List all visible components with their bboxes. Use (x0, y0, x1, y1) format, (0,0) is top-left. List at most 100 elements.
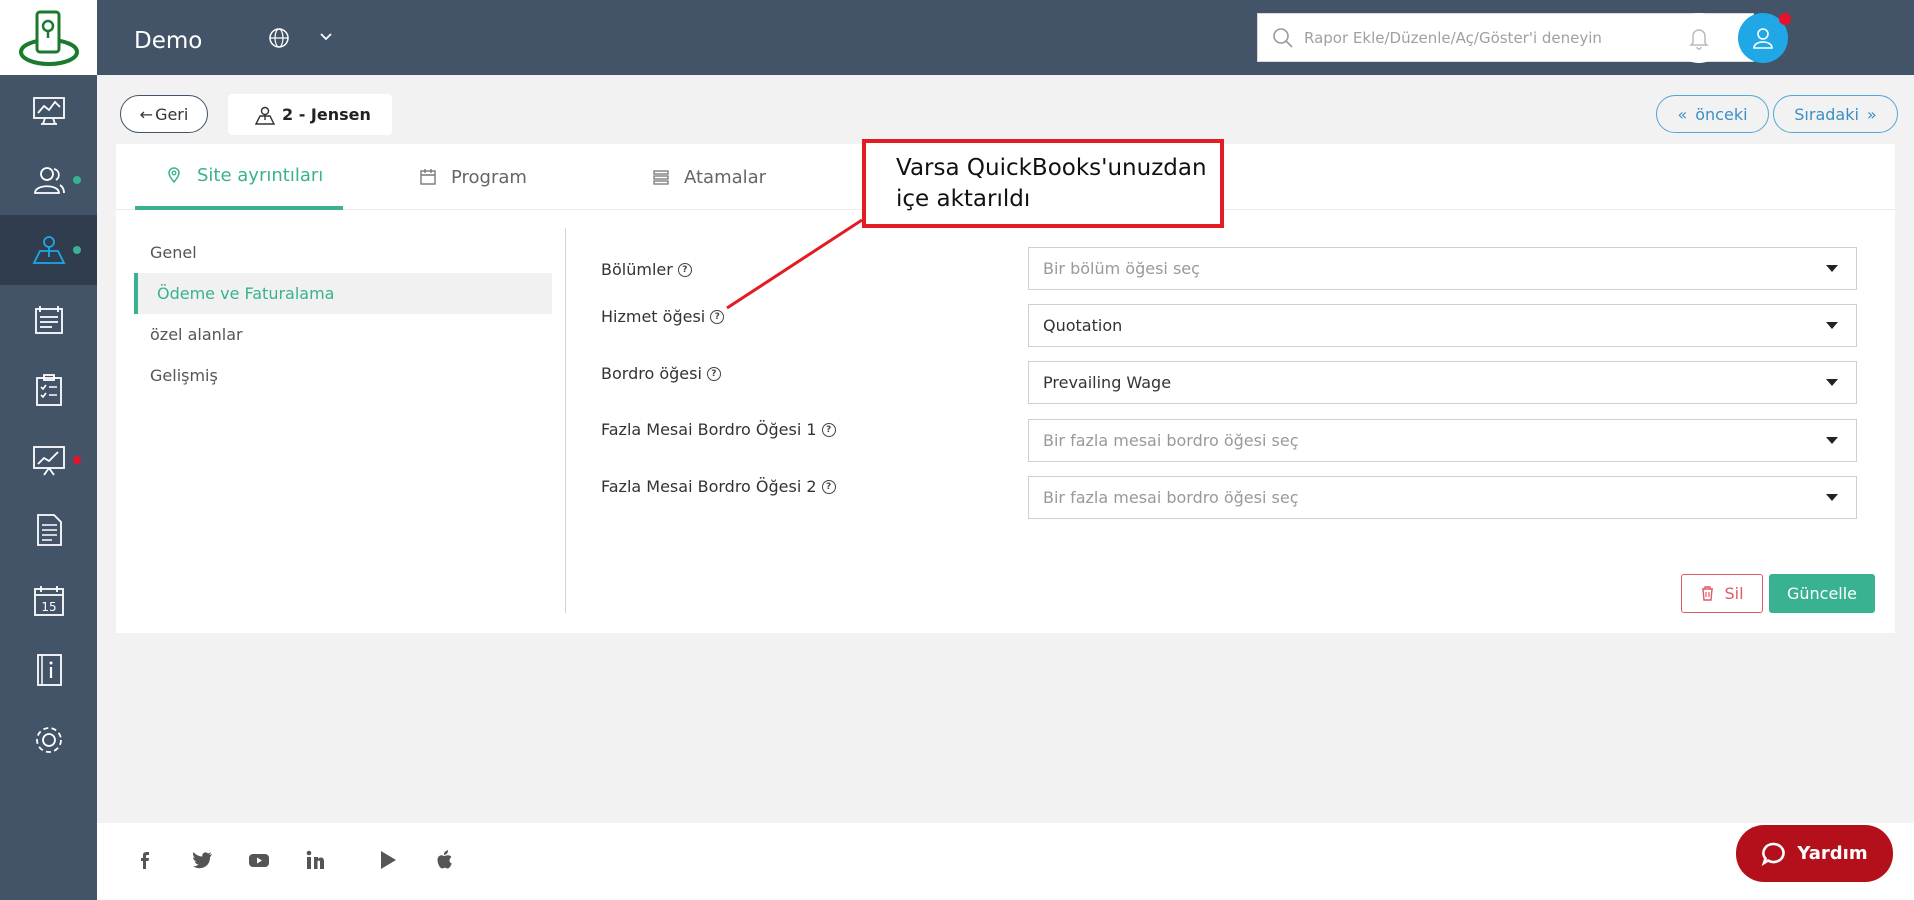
apple-icon (437, 850, 452, 869)
nav-calendar[interactable]: 15 (0, 565, 97, 635)
schedule-board-icon (34, 306, 63, 334)
field-label-text: Hizmet öğesi (601, 307, 706, 326)
nav-reports[interactable] (0, 425, 97, 495)
help-question-icon[interactable]: ? (677, 262, 692, 277)
nav-checklist[interactable] (0, 355, 97, 425)
sites-map-icon (32, 236, 65, 264)
nav-info[interactable] (0, 635, 97, 705)
calendar-icon (420, 169, 436, 185)
previous-button-label: önceki (1695, 104, 1748, 124)
field-label-text: Fazla Mesai Bordro Öğesi 1 (601, 420, 817, 439)
calendar-15-icon: 15 (33, 586, 64, 616)
users-status-dot (73, 176, 81, 184)
youtube-icon (249, 854, 269, 867)
app-logo[interactable] (0, 0, 97, 75)
dropdown-arrow-icon (1826, 322, 1838, 329)
next-button[interactable]: Sıradaki » (1773, 95, 1898, 133)
section-custom-fields[interactable]: özel alanlar (134, 314, 552, 355)
double-chevron-right-icon: » (1866, 104, 1877, 124)
dropdown-arrow-icon (1826, 437, 1838, 444)
tab-site-details[interactable]: Site ayrıntıları (135, 144, 343, 210)
reports-status-dot (73, 456, 81, 464)
back-button[interactable]: ← Geri (120, 95, 208, 133)
annotation-callout: Varsa QuickBooks'unuzdan içe aktarıldı (862, 139, 1224, 228)
nav-documents[interactable] (0, 495, 97, 565)
service-item-select[interactable]: Quotation (1028, 304, 1857, 347)
notifications-button[interactable] (1674, 13, 1724, 63)
map-pin-icon (168, 167, 180, 184)
field-label-payroll-item: Bordro öğesi ? (601, 364, 721, 383)
sidebar: 15 (0, 0, 97, 900)
select-placeholder: Bir bölüm öğesi seç (1043, 259, 1200, 278)
next-button-label: Sıradaki (1794, 104, 1859, 124)
facebook-link[interactable] (130, 845, 160, 875)
sites-status-dot (73, 246, 81, 254)
twitter-icon (193, 852, 212, 869)
field-label-departments: Bölümler ? (601, 260, 692, 279)
user-notification-dot (1779, 13, 1791, 25)
arrow-left-icon: ← (139, 104, 154, 124)
help-question-icon[interactable]: ? (706, 366, 721, 381)
dropdown-arrow-icon (1826, 265, 1838, 272)
tab-program[interactable]: Program (419, 144, 569, 210)
checklist-icon (35, 374, 62, 406)
dashboard-icon (32, 97, 65, 125)
help-question-icon[interactable]: ? (821, 422, 836, 437)
chevron-down-icon[interactable] (319, 30, 333, 44)
tab-label: Program (451, 166, 527, 188)
top-bar: Demo (97, 0, 1914, 75)
svg-text:15: 15 (41, 600, 56, 614)
help-button[interactable]: Yardım (1736, 825, 1893, 882)
help-question-icon[interactable]: ? (821, 479, 836, 494)
facebook-icon (141, 852, 149, 869)
annotation-line-2: içe aktarıldı (896, 186, 1031, 212)
brand-name: Demo (134, 28, 203, 54)
apple-store-link[interactable] (430, 845, 460, 875)
nav-settings[interactable] (0, 705, 97, 775)
help-button-label: Yardım (1797, 843, 1868, 864)
annotation-line-1: Varsa QuickBooks'unuzdan (896, 155, 1207, 181)
document-icon (36, 514, 62, 546)
linkedin-link[interactable] (301, 845, 331, 875)
linkedin-icon (306, 850, 324, 869)
settings-gear-icon (35, 727, 62, 753)
payroll-item-select[interactable]: Prevailing Wage (1028, 361, 1857, 404)
nav-sites[interactable] (0, 215, 97, 285)
delete-button[interactable]: Sil (1681, 574, 1763, 613)
globe-icon[interactable] (268, 27, 290, 49)
section-payment-billing[interactable]: Ödeme ve Faturalama (134, 273, 552, 314)
site-title-chip: 2 - Jensen (228, 94, 392, 135)
help-question-icon[interactable]: ? (710, 309, 725, 324)
nav-users[interactable] (0, 145, 97, 215)
section-menu: Genel Ödeme ve Faturalama özel alanlar G… (134, 232, 552, 396)
reports-chart-icon (32, 446, 65, 476)
departments-select[interactable]: Bir bölüm öğesi seç (1028, 247, 1857, 290)
previous-button[interactable]: « önceki (1656, 95, 1769, 133)
field-label-text: Bölümler (601, 260, 673, 279)
field-label-overtime-payroll-1: Fazla Mesai Bordro Öğesi 1 ? (601, 420, 836, 439)
chat-bubble-icon (1762, 842, 1786, 866)
nav-dashboard[interactable] (0, 75, 97, 145)
section-general[interactable]: Genel (134, 232, 552, 273)
nav-schedule[interactable] (0, 285, 97, 355)
overtime-payroll-1-select[interactable]: Bir fazla mesai bordro öğesi seç (1028, 419, 1857, 462)
tab-assignments[interactable]: Atamalar (652, 144, 802, 210)
footer (97, 823, 1914, 900)
field-label-text: Fazla Mesai Bordro Öğesi 2 (601, 477, 817, 496)
site-title: 2 - Jensen (282, 105, 371, 124)
overtime-payroll-2-select[interactable]: Bir fazla mesai bordro öğesi seç (1028, 476, 1857, 519)
select-placeholder: Bir fazla mesai bordro öğesi seç (1043, 431, 1299, 450)
search-input[interactable] (1304, 28, 1734, 47)
bell-icon (1689, 29, 1709, 50)
list-icon (653, 170, 669, 185)
twitter-link[interactable] (187, 845, 217, 875)
google-play-link[interactable] (373, 845, 403, 875)
trash-icon (1702, 586, 1714, 601)
update-button[interactable]: Güncelle (1769, 574, 1875, 613)
section-advanced[interactable]: Gelişmiş (134, 355, 552, 396)
dropdown-arrow-icon (1826, 494, 1838, 501)
youtube-link[interactable] (244, 845, 274, 875)
select-value: Prevailing Wage (1043, 373, 1172, 392)
tab-label: Site ayrıntıları (197, 164, 324, 186)
select-value: Quotation (1043, 316, 1123, 335)
